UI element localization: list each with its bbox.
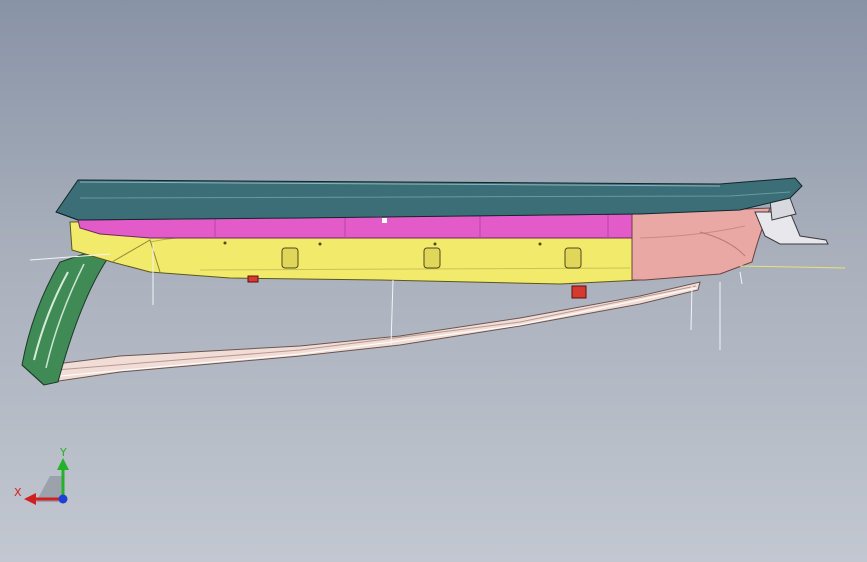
cad-model[interactable] bbox=[0, 0, 867, 562]
reference-line bbox=[739, 265, 846, 269]
lower-arm[interactable] bbox=[47, 281, 701, 383]
cad-viewport[interactable]: Y X bbox=[0, 0, 867, 562]
